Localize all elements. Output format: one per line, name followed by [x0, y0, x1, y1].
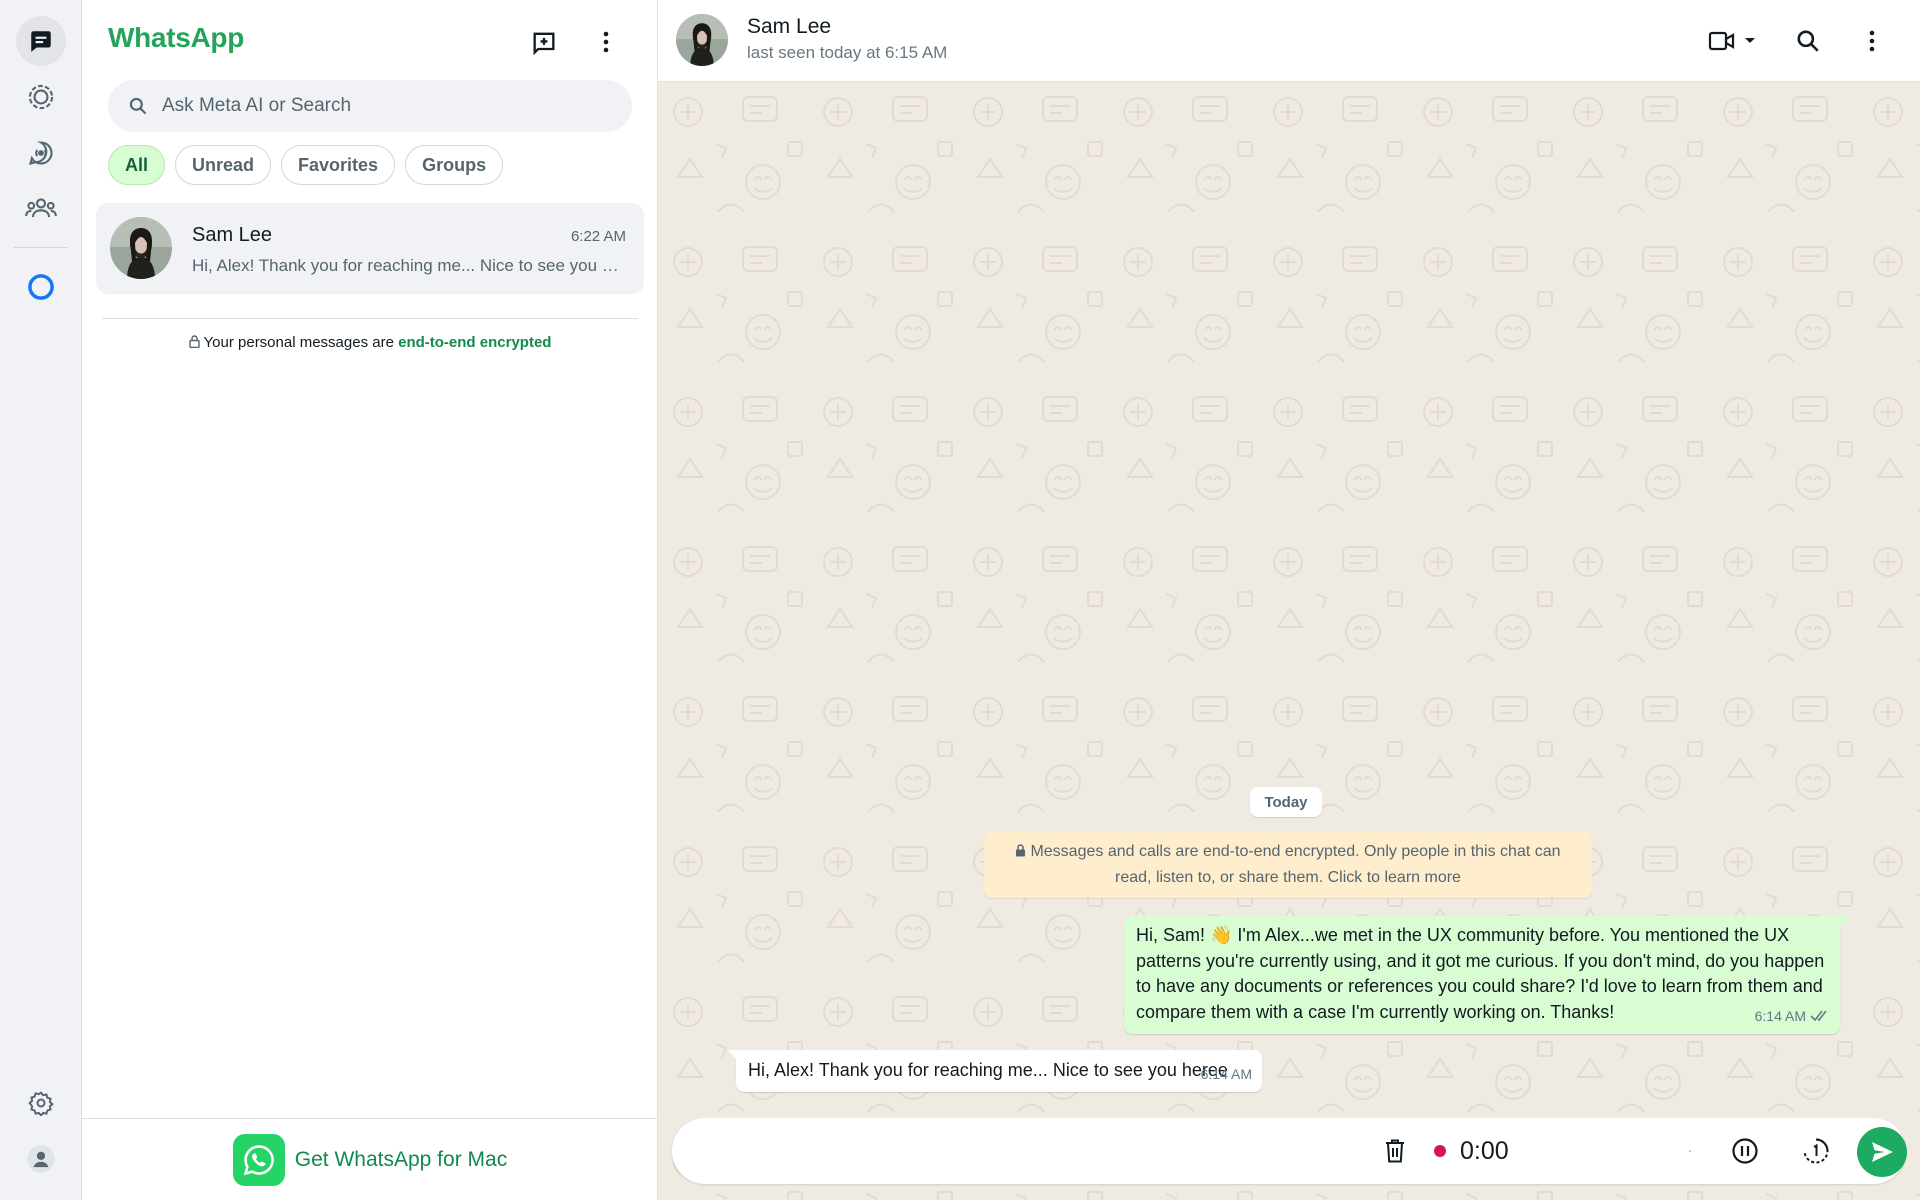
date-divider: Today [1250, 787, 1322, 817]
status-icon[interactable] [16, 72, 66, 122]
get-app-label: Get WhatsApp for Mac [294, 1147, 508, 1171]
profile-icon[interactable] [16, 1134, 66, 1184]
search-icon [129, 97, 147, 115]
chat-list-item[interactable]: Sam Lee 6:22 AM Hi, Alex! Thank you for … [96, 203, 644, 294]
contact-name: Sam Lee [747, 15, 832, 38]
communities-icon[interactable] [16, 183, 66, 233]
recording-dot [1434, 1118, 1446, 1184]
app-title: WhatsApp [108, 22, 245, 53]
lock-icon [188, 335, 200, 348]
recording-timer: 0:00 [1460, 1136, 1509, 1165]
video-camera-icon [1708, 31, 1735, 51]
filter-favorites[interactable]: Favorites [281, 145, 396, 185]
bubble-tail [1840, 916, 1850, 928]
double-check-icon [1810, 1010, 1827, 1022]
chevron-down-icon [1745, 38, 1755, 43]
message-meta: 6:14 AM [1755, 1004, 1830, 1030]
message-outgoing[interactable]: Hi, Sam! 👋 I'm Alex...we met in the UX c… [1124, 916, 1840, 1034]
encryption-note: Your personal messages are end-to-end en… [82, 334, 658, 351]
encryption-link[interactable]: end-to-end encrypted [398, 334, 551, 351]
chat-list-panel: WhatsApp All Unread Favorites Groups Sam… [82, 0, 658, 1200]
message-time: 6:14 AM [1200, 1065, 1252, 1082]
menu-dots-icon[interactable] [1852, 21, 1892, 61]
rail-divider [14, 247, 68, 248]
conversation-pane: Sam Lee last seen today at 6:15 AM Today… [658, 0, 1920, 1200]
contact-avatar[interactable] [676, 14, 728, 71]
chat-time: 6:22 AM [570, 228, 626, 245]
menu-dots-icon[interactable] [586, 22, 626, 62]
message-text: Hi, Alex! Thank you for reaching me... N… [748, 1060, 1228, 1080]
video-call-button[interactable] [1704, 21, 1760, 61]
filter-unread[interactable]: Unread [175, 145, 272, 185]
filter-chips: All Unread Favorites Groups [108, 145, 504, 185]
message-text: Hi, Sam! 👋 I'm Alex...we met in the UX c… [1136, 925, 1825, 1022]
channels-icon[interactable] [16, 128, 66, 178]
view-once-icon[interactable] [1802, 1118, 1830, 1184]
chats-icon[interactable] [16, 16, 66, 66]
encryption-note-text: Your personal messages are [203, 334, 394, 351]
get-app-banner[interactable]: Get WhatsApp for Mac [82, 1118, 658, 1200]
new-chat-icon[interactable] [524, 22, 564, 62]
lock-icon [1016, 844, 1026, 857]
filter-groups[interactable]: Groups [405, 145, 504, 185]
message-time: 6:14 AM [1754, 1007, 1806, 1024]
contact-status: last seen today at 6:15 AM [747, 43, 948, 62]
filter-all[interactable]: All [108, 145, 166, 185]
meta-ai-icon[interactable] [16, 262, 66, 312]
chat-preview: Hi, Alex! Thank you for reaching me... N… [192, 256, 624, 275]
avatar [110, 217, 172, 284]
conversation-header[interactable]: Sam Lee last seen today at 6:15 AM [658, 0, 1920, 82]
left-rail [0, 0, 82, 1200]
message-meta: 6:14 AM [1201, 1062, 1252, 1088]
whatsapp-logo-icon [232, 1133, 285, 1186]
send-icon [1872, 1142, 1893, 1162]
send-button[interactable] [1857, 1127, 1907, 1177]
chat-name: Sam Lee [192, 224, 273, 246]
search-bar[interactable] [108, 80, 632, 132]
pause-icon[interactable] [1731, 1118, 1759, 1184]
system-message-text: Messages and calls are end-to-end encryp… [1030, 843, 1561, 886]
search-input[interactable] [162, 95, 602, 117]
message-incoming[interactable]: Hi, Alex! Thank you for reaching me... N… [736, 1050, 1262, 1092]
encryption-system-message[interactable]: Messages and calls are end-to-end encryp… [984, 832, 1592, 898]
divider [102, 318, 638, 319]
settings-icon[interactable] [16, 1078, 66, 1128]
trash-icon[interactable] [1384, 1118, 1406, 1184]
search-icon[interactable] [1788, 21, 1828, 61]
voice-recorder-bar: 0:00 [672, 1118, 1907, 1184]
waveform-dot [1689, 1118, 1691, 1184]
